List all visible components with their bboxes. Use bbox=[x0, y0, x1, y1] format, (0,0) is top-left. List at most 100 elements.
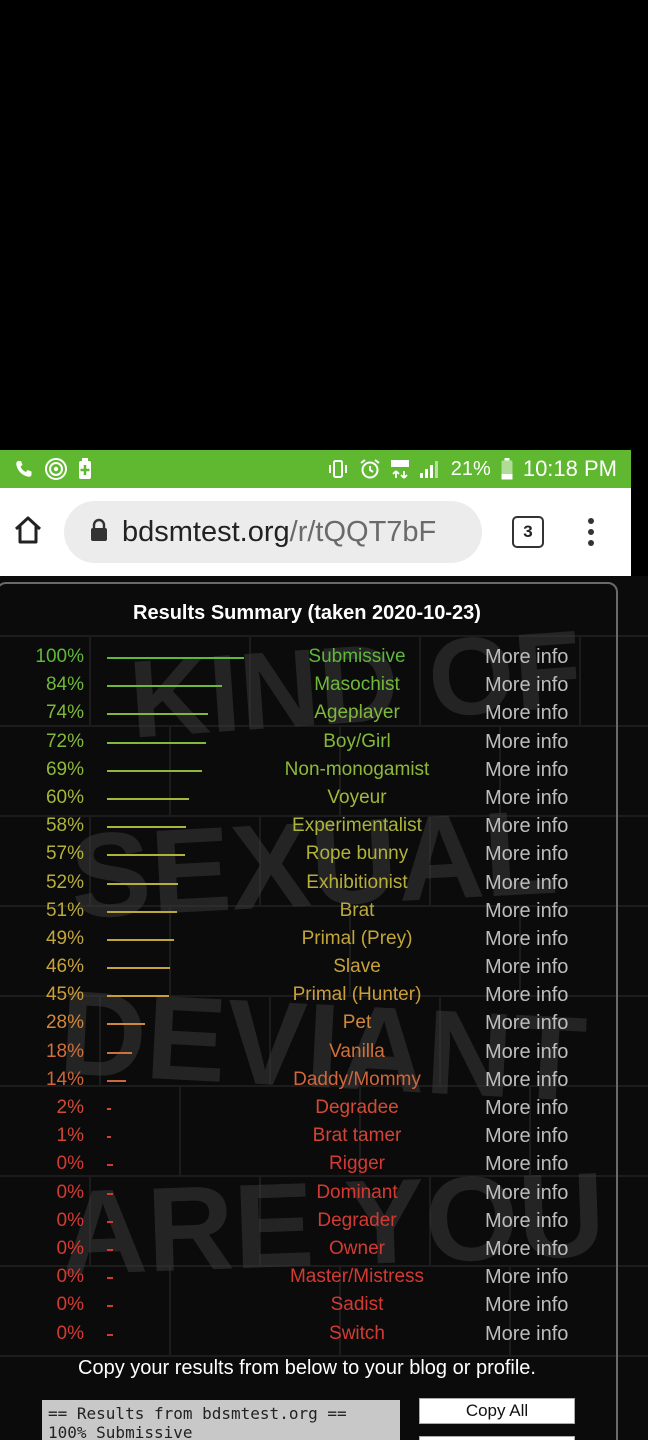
network-type-icon bbox=[390, 459, 409, 479]
more-info-link[interactable]: More info bbox=[485, 872, 568, 895]
result-row: 49% Primal (Prey) More info bbox=[0, 926, 648, 954]
copy-all-button[interactable]: Copy All bbox=[419, 1398, 575, 1424]
result-percent: 72% bbox=[45, 730, 84, 752]
result-row: 72% Boy/Girl More info bbox=[0, 729, 648, 757]
more-info-link[interactable]: More info bbox=[485, 1238, 568, 1261]
results-textarea[interactable]: == Results from bdsmtest.org == 100% Sub… bbox=[42, 1400, 400, 1440]
result-percent: 0% bbox=[56, 1181, 84, 1203]
more-info-link[interactable]: More info bbox=[485, 900, 568, 923]
more-info-link[interactable]: More info bbox=[485, 1323, 568, 1346]
more-info-link[interactable]: More info bbox=[485, 1041, 568, 1064]
more-info-link[interactable]: More info bbox=[485, 928, 568, 951]
more-info-link[interactable]: More info bbox=[485, 984, 568, 1007]
result-trait: Daddy/Mommy bbox=[293, 1068, 421, 1090]
result-percent: 14% bbox=[45, 1068, 84, 1090]
result-percent: 0% bbox=[56, 1294, 84, 1316]
more-info-link[interactable]: More info bbox=[485, 1012, 568, 1035]
result-row: 0% Dominant More info bbox=[0, 1180, 648, 1208]
result-bar bbox=[107, 1220, 113, 1223]
result-percent: 58% bbox=[45, 815, 84, 837]
more-info-link[interactable]: More info bbox=[485, 1153, 568, 1176]
result-bar bbox=[107, 769, 202, 772]
more-info-link[interactable]: More info bbox=[485, 787, 568, 810]
more-info-link[interactable]: More info bbox=[485, 1097, 568, 1120]
result-bar bbox=[107, 882, 179, 885]
result-row: 18% Vanilla More info bbox=[0, 1039, 648, 1067]
result-trait: Degrader bbox=[317, 1209, 397, 1231]
result-trait: Rope bunny bbox=[305, 843, 409, 865]
result-trait: Degradee bbox=[315, 1097, 399, 1118]
result-bar bbox=[107, 1164, 113, 1167]
more-info-link[interactable]: More info bbox=[485, 646, 568, 669]
battery-saver-icon bbox=[78, 458, 92, 480]
address-bar[interactable]: bdsmtest.org/r/tQQT7bF bbox=[64, 501, 482, 563]
battery-icon bbox=[501, 458, 513, 480]
result-row: 84% Masochist More info bbox=[0, 672, 648, 700]
result-trait: Master/Mistress bbox=[289, 1266, 425, 1288]
url-host: bdsmtest.org bbox=[122, 515, 290, 548]
result-bar bbox=[107, 1192, 113, 1195]
result-bar bbox=[107, 741, 206, 744]
menu-dot bbox=[588, 529, 594, 535]
result-percent: 0% bbox=[56, 1266, 84, 1288]
overflow-menu-button[interactable] bbox=[588, 518, 594, 546]
more-info-link[interactable]: More info bbox=[485, 843, 568, 866]
result-bar bbox=[107, 1108, 111, 1110]
result-bar bbox=[107, 826, 187, 829]
more-info-link[interactable]: More info bbox=[485, 702, 568, 725]
wifi-calling-icon bbox=[44, 457, 68, 481]
result-bar bbox=[107, 1305, 113, 1308]
results-text-line: == Results from bdsmtest.org == bbox=[48, 1404, 347, 1423]
result-row: 2% Degradee More info bbox=[0, 1095, 648, 1123]
result-percent: 69% bbox=[45, 758, 84, 780]
result-row: 0% Sadist More info bbox=[0, 1292, 648, 1320]
result-trait: Ageplayer bbox=[314, 702, 400, 724]
result-percent: 74% bbox=[45, 702, 84, 724]
web-page: KIND OF SEXUAL DEVIANT ARE YOU Results S… bbox=[0, 576, 648, 1440]
more-info-link[interactable]: More info bbox=[485, 731, 568, 754]
more-info-link[interactable]: More info bbox=[485, 759, 568, 782]
result-percent: 2% bbox=[56, 1097, 84, 1118]
result-trait: Primal (Prey) bbox=[301, 927, 413, 949]
result-row: 60% Voyeur More info bbox=[0, 785, 648, 813]
results-summary-title: Results Summary (taken 2020-10-23) bbox=[133, 602, 481, 624]
more-info-link[interactable]: More info bbox=[485, 1210, 568, 1233]
more-info-link[interactable]: More info bbox=[485, 1266, 568, 1289]
result-bar bbox=[107, 967, 171, 970]
result-bar bbox=[107, 938, 175, 941]
result-percent: 0% bbox=[56, 1209, 84, 1231]
more-info-link[interactable]: More info bbox=[485, 1294, 568, 1317]
result-percent: 51% bbox=[45, 899, 84, 921]
result-bar bbox=[107, 1277, 113, 1280]
result-trait: Sadist bbox=[330, 1294, 384, 1316]
more-info-link[interactable]: More info bbox=[485, 815, 568, 838]
result-row: 28% Pet More info bbox=[0, 1010, 648, 1038]
result-trait: Brat bbox=[339, 899, 375, 921]
more-info-link[interactable]: More info bbox=[485, 1125, 568, 1148]
result-percent: 46% bbox=[45, 956, 84, 978]
result-bar bbox=[107, 797, 190, 800]
tab-switcher-button[interactable]: 3 bbox=[512, 516, 544, 548]
more-info-link[interactable]: More info bbox=[485, 956, 568, 979]
result-trait: Exhibitionist bbox=[306, 871, 408, 893]
result-row: 0% Rigger More info bbox=[0, 1151, 648, 1179]
result-row: 58% Experimentalist More info bbox=[0, 813, 648, 841]
result-percent: 0% bbox=[56, 1237, 84, 1259]
more-info-link[interactable]: More info bbox=[485, 1069, 568, 1092]
result-row: 0% Degrader More info bbox=[0, 1208, 648, 1236]
home-button[interactable] bbox=[6, 510, 50, 554]
result-row: 14% Daddy/Mommy More info bbox=[0, 1067, 648, 1095]
secondary-button[interactable] bbox=[419, 1436, 575, 1440]
result-row: 0% Master/Mistress More info bbox=[0, 1264, 648, 1292]
result-trait: Non-monogamist bbox=[284, 758, 430, 780]
result-bar bbox=[107, 1136, 111, 1139]
more-info-link[interactable]: More info bbox=[485, 1182, 568, 1205]
result-bar bbox=[107, 1248, 113, 1251]
more-info-link[interactable]: More info bbox=[485, 674, 568, 697]
result-trait: Primal (Hunter) bbox=[292, 984, 422, 1006]
phone-call-icon bbox=[14, 459, 34, 479]
url-text: bdsmtest.org/r/tQQT7bF bbox=[122, 516, 436, 549]
home-icon bbox=[12, 514, 44, 551]
blank-top-area bbox=[0, 0, 648, 450]
result-trait: Switch bbox=[329, 1322, 385, 1344]
